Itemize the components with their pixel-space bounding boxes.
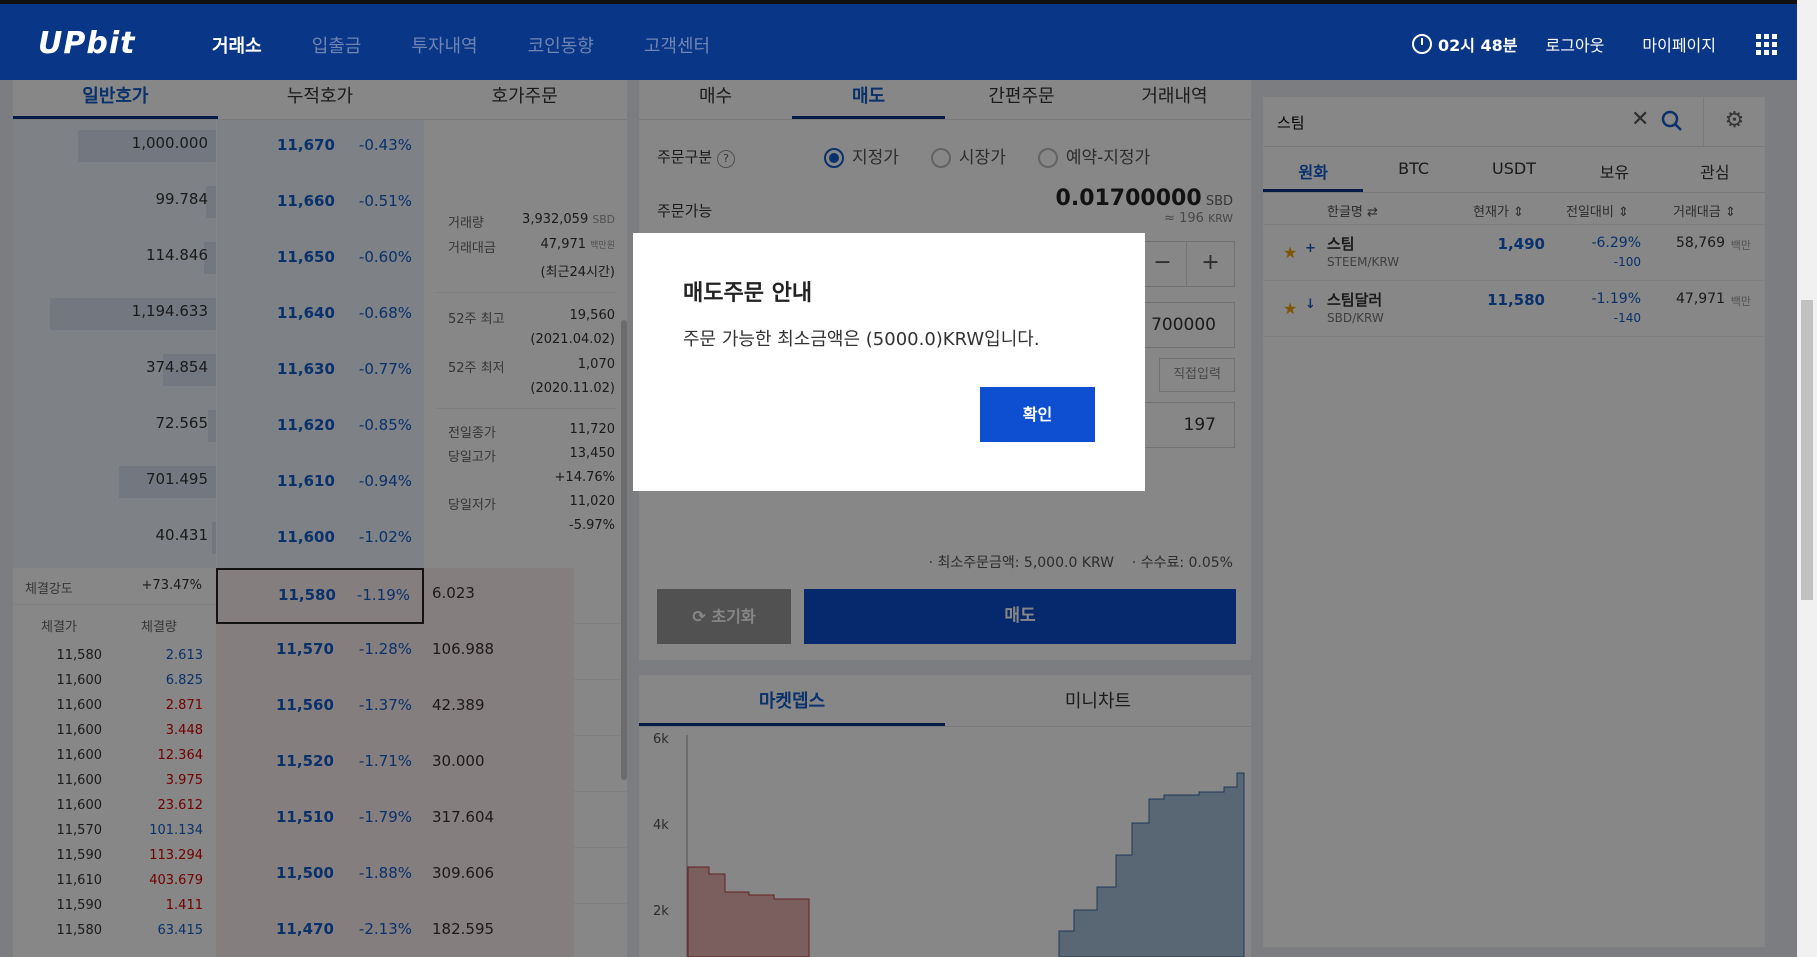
session-time: 02시 48분 <box>1437 36 1518 55</box>
nav-exchange[interactable]: 거래소 <box>212 32 262 58</box>
apps-grid-icon[interactable] <box>1756 33 1777 55</box>
dialog-message: 주문 가능한 최소금액은 (5000.0)KRW입니다. <box>683 329 1040 350</box>
dialog-title: 매도주문 안내 <box>683 281 813 306</box>
clock-icon <box>1411 34 1432 54</box>
top-navigation-bar: UPbit 거래소 입출금 투자내역 코인동향 고객센터 02시 48분 로그아… <box>0 0 1797 80</box>
nav-investments[interactable]: 투자내역 <box>411 32 477 58</box>
logout-link[interactable]: 로그아웃 <box>1546 32 1605 56</box>
header-utility: 02시 48분 로그아웃 마이페이지 <box>1411 32 1777 56</box>
confirm-button[interactable]: 확인 <box>980 387 1095 442</box>
nav-coin-trends[interactable]: 코인동향 <box>528 32 594 58</box>
nav-deposit-withdraw[interactable]: 입출금 <box>312 32 362 58</box>
upbit-logo[interactable]: UPbit <box>38 26 135 61</box>
mypage-link[interactable]: 마이페이지 <box>1642 32 1716 56</box>
sell-order-dialog: 매도주문 안내 주문 가능한 최소금액은 (5000.0)KRW입니다. 확인 <box>633 233 1145 491</box>
main-nav: 거래소 입출금 투자내역 코인동향 고객센터 <box>212 32 760 58</box>
page-scrollbar[interactable] <box>1797 0 1817 957</box>
nav-customer-center[interactable]: 고객센터 <box>644 32 710 58</box>
modal-overlay <box>0 80 1797 957</box>
